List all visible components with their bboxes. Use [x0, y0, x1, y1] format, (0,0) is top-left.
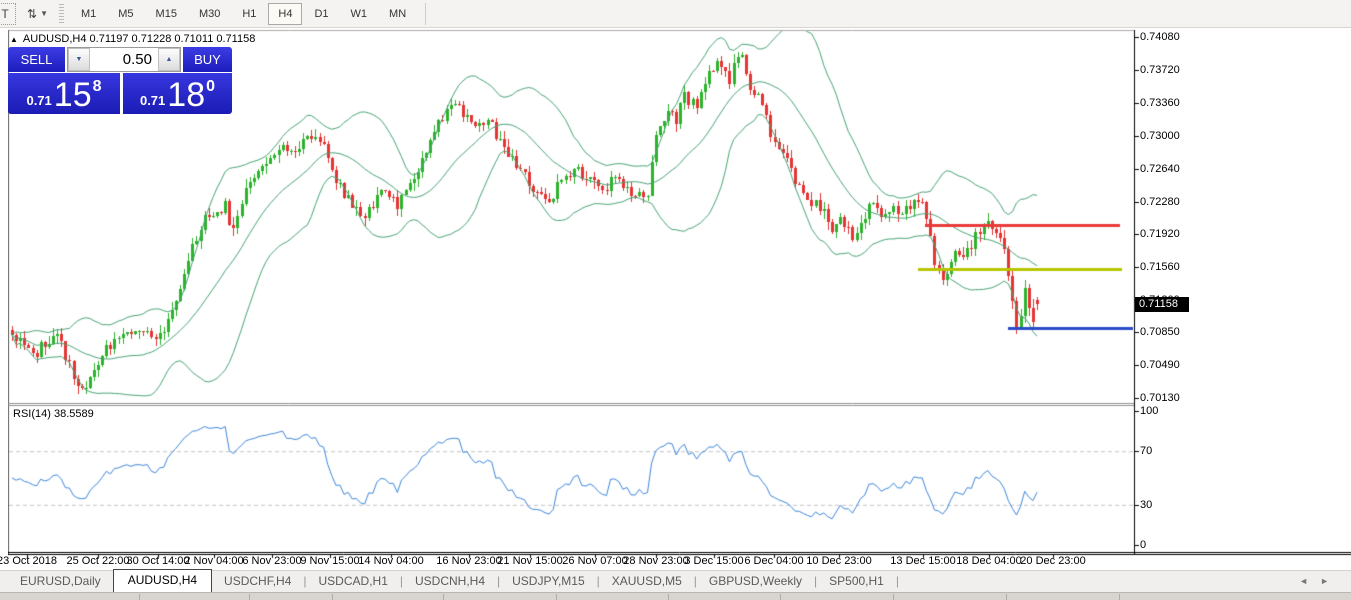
buy-price-prefix: 0.71	[140, 93, 165, 108]
toolbar-separator	[425, 3, 426, 25]
rsi-axis-label: 100	[1140, 405, 1158, 417]
chart-tabbar: EURUSD,DailyAUDUSD,H4USDCHF,H4 | USDCAD,H1…	[0, 570, 1351, 592]
tab-scroll-right-icon[interactable]: ►	[1320, 576, 1341, 586]
chart-tab-audusd-h4[interactable]: AUDUSD,H4	[113, 569, 212, 592]
price-axis-label: 0.70850	[1140, 326, 1180, 338]
time-axis-label: 3 Dec 15:00	[684, 555, 743, 567]
timeframe-buttons: M1M5M15M30H1H4D1W1MN	[70, 3, 417, 25]
sell-price-display[interactable]: 0.71 15 8	[8, 73, 120, 114]
price-axis-label: 0.71560	[1140, 261, 1180, 273]
sell-price-prefix: 0.71	[26, 93, 51, 108]
status-strip-mark	[1006, 594, 1007, 600]
buy-price-pipette: 0	[206, 78, 215, 96]
status-strip-mark	[556, 594, 557, 600]
arrows-dropdown-caret[interactable]: ▼	[40, 9, 48, 18]
status-strip-mark	[1119, 594, 1120, 600]
time-axis-label: 9 Nov 15:00	[300, 555, 359, 567]
top-toolbar: T ⇅ ▼ M1M5M15M30H1H4D1W1MN	[0, 0, 1351, 28]
sell-button[interactable]: SELL	[8, 47, 65, 72]
rsi-axis-label: 0	[1140, 539, 1146, 551]
status-strip-mark	[780, 594, 781, 600]
time-axis-label: 18 Dec 04:00	[956, 555, 1021, 567]
chart-tab-xauusd-m5[interactable]: XAUUSD,M5	[600, 571, 694, 592]
volume-stepper: ▼ ▲	[67, 47, 181, 72]
time-axis-label: 20 Dec 23:00	[1020, 555, 1085, 567]
status-strip-mark	[249, 594, 250, 600]
chart-tab-usdjpy-m15[interactable]: USDJPY,M15	[500, 571, 596, 592]
current-price-tag: 0.71158	[1135, 297, 1189, 312]
text-tool-icon[interactable]: T	[0, 3, 16, 25]
chart-tab-eurusd-daily[interactable]: EURUSD,Daily	[8, 571, 113, 592]
time-axis-label: 6 Nov 23:00	[242, 555, 301, 567]
timeframe-mn[interactable]: MN	[379, 3, 416, 25]
chart-tab-usdcnh-h4[interactable]: USDCNH,H4	[403, 571, 497, 592]
arrows-tool-icon[interactable]: ⇅ ▼	[26, 3, 49, 25]
timeframe-h4[interactable]: H4	[268, 3, 302, 25]
price-axis-label: 0.73720	[1140, 64, 1180, 76]
arrows-glyph: ⇅	[27, 7, 37, 21]
rsi-axis-label: 70	[1140, 445, 1152, 457]
time-axis-label: 21 Nov 15:00	[497, 555, 562, 567]
collapse-panel-icon[interactable]: ▲	[10, 35, 18, 44]
volume-increase-button[interactable]: ▲	[158, 48, 180, 71]
timeframe-m5[interactable]: M5	[108, 3, 143, 25]
chart-ohlc-title: ▲ AUDUSD,H4 0.71197 0.71228 0.71011 0.71…	[10, 33, 255, 45]
price-axis-label: 0.73360	[1140, 97, 1180, 109]
time-axis-label: 23 Oct 2018	[0, 555, 57, 567]
price-axis-label: 0.70130	[1140, 392, 1180, 404]
tab-divider: |	[896, 574, 899, 592]
price-axis-label: 0.72280	[1140, 196, 1180, 208]
time-axis-label: 28 Nov 23:00	[623, 555, 688, 567]
volume-input[interactable]	[90, 48, 158, 71]
sell-price-big: 15	[54, 78, 92, 112]
timeframe-m15[interactable]: M15	[146, 3, 187, 25]
bottom-status-strip	[0, 592, 1351, 600]
chart-tab-usdchf-h4[interactable]: USDCHF,H4	[212, 571, 303, 592]
chart-tab-gbpusd-weekly[interactable]: GBPUSD,Weekly	[697, 571, 814, 592]
toolbar-drag-handle[interactable]	[59, 4, 64, 24]
status-strip-mark	[893, 594, 894, 600]
price-axis-label: 0.70490	[1140, 359, 1180, 371]
timeframe-d1[interactable]: D1	[304, 3, 338, 25]
status-strip-mark	[139, 594, 140, 600]
volume-decrease-button[interactable]: ▼	[68, 48, 90, 71]
chart-tab-sp500-h1[interactable]: SP500,H1	[817, 571, 896, 592]
rsi-axis-label: 30	[1140, 499, 1152, 511]
tab-scroll-left-icon[interactable]: ◄	[1299, 576, 1320, 586]
time-axis-label: 6 Dec 04:00	[744, 555, 803, 567]
buy-price-display[interactable]: 0.71 18 0	[123, 73, 232, 114]
tab-scroll-buttons: ◄►	[1299, 576, 1341, 586]
sell-price-pipette: 8	[93, 78, 102, 96]
time-axis-label: 13 Dec 15:00	[890, 555, 955, 567]
time-axis-label: 16 Nov 23:00	[436, 555, 501, 567]
time-axis-label: 25 Oct 22:00	[67, 555, 130, 567]
timeframe-w1[interactable]: W1	[341, 3, 378, 25]
time-axis-label: 14 Nov 04:00	[358, 555, 423, 567]
time-axis-label: 30 Oct 14:00	[127, 555, 190, 567]
buy-price-big: 18	[167, 78, 205, 112]
time-axis-label: 2 Nov 04:00	[184, 555, 243, 567]
status-strip-mark	[443, 594, 444, 600]
mt4-terminal: T ⇅ ▼ M1M5M15M30H1H4D1W1MN ▲ AUDUSD,H4 0…	[0, 0, 1351, 600]
price-axis-label: 0.72640	[1140, 163, 1180, 175]
price-axis-label: 0.74080	[1140, 31, 1180, 43]
one-click-trade-panel: SELL ▼ ▲ BUY 0.71 15 8 0.71 18 0	[8, 47, 232, 114]
status-strip-mark	[668, 594, 669, 600]
status-strip-mark	[332, 594, 333, 600]
ohlc-text: AUDUSD,H4 0.71197 0.71228 0.71011 0.7115…	[23, 33, 255, 45]
buy-button[interactable]: BUY	[183, 47, 232, 72]
time-axis-label: 26 Nov 07:00	[562, 555, 627, 567]
chart-tab-usdcad-h1[interactable]: USDCAD,H1	[307, 571, 400, 592]
timeframe-h1[interactable]: H1	[232, 3, 266, 25]
time-axis-label: 10 Dec 23:00	[806, 555, 871, 567]
price-axis-label: 0.71920	[1140, 228, 1180, 240]
timeframe-m30[interactable]: M30	[189, 3, 230, 25]
timeframe-m1[interactable]: M1	[71, 3, 106, 25]
price-axis-label: 0.73000	[1140, 130, 1180, 142]
rsi-indicator-label: RSI(14) 38.5589	[13, 408, 94, 420]
